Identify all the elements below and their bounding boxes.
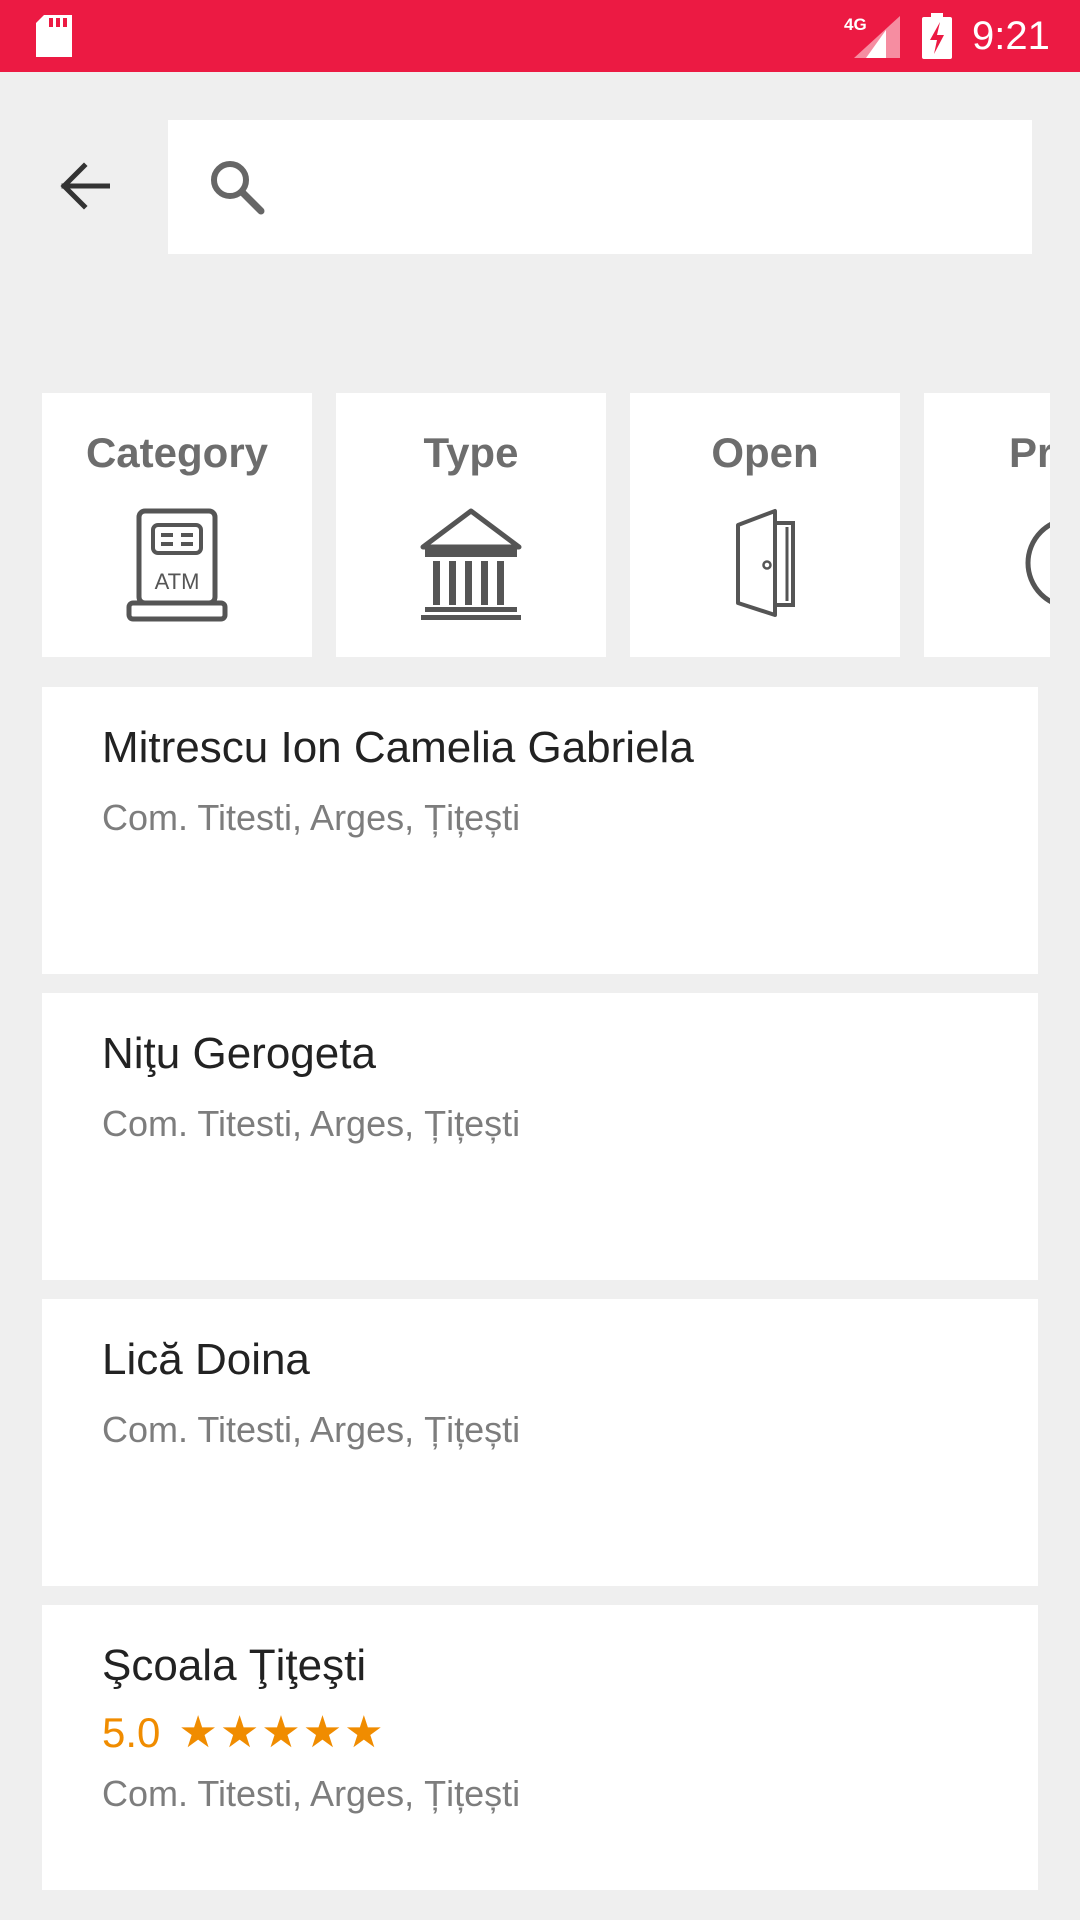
- rating-value: 5.0: [102, 1708, 161, 1756]
- status-time: 9:21: [972, 14, 1050, 58]
- filter-open[interactable]: Open: [630, 393, 900, 657]
- cellular-signal-icon: 4G: [844, 15, 900, 58]
- result-address: Com. Titesti, Arges, Țițești: [102, 797, 521, 838]
- sd-card-icon: [36, 15, 72, 57]
- battery-charging-icon: [922, 13, 952, 59]
- atm-icon: ATM: [126, 508, 228, 622]
- navigation-icon: [1025, 522, 1050, 604]
- result-address: Com. Titesti, Arges, Țițești: [102, 1773, 521, 1814]
- door-icon: [736, 509, 795, 617]
- back-button[interactable]: [48, 150, 120, 222]
- result-address: Com. Titesti, Arges, Țițești: [102, 1103, 521, 1144]
- filter-carousel[interactable]: Category ATM Type Open Pr: [0, 393, 1050, 657]
- result-address: Com. Titesti, Arges, Țițești: [102, 1409, 521, 1450]
- rating-stars: ★★★★★: [178, 1707, 386, 1758]
- result-name: Niţu Gerogeta: [102, 1029, 376, 1078]
- filter-label: Type: [423, 429, 519, 476]
- result-name: Lică Doina: [102, 1335, 310, 1384]
- filter-label: Open: [711, 429, 819, 476]
- network-type: 4G: [844, 15, 867, 34]
- search-input[interactable]: [288, 144, 1008, 230]
- filter-category[interactable]: Category ATM: [42, 393, 312, 657]
- filter-partial[interactable]: Pr: [924, 393, 1050, 657]
- search-icon: [211, 161, 265, 215]
- result-card[interactable]: Şcoala Ţiţeşti 5.0 ★★★★★ Com. Titesti, A…: [42, 1605, 1038, 1890]
- result-card[interactable]: Niţu Gerogeta Com. Titesti, Arges, Țițeș…: [42, 993, 1038, 1280]
- filter-label: Pr: [1009, 429, 1050, 476]
- bank-building-icon: [420, 508, 522, 620]
- arrow-back-icon: [60, 162, 110, 210]
- filter-type[interactable]: Type: [336, 393, 606, 657]
- result-name: Mitrescu Ion Camelia Gabriela: [102, 723, 694, 772]
- svg-text:ATM: ATM: [155, 569, 200, 594]
- search-box[interactable]: [168, 120, 1032, 254]
- result-card[interactable]: Mitrescu Ion Camelia Gabriela Com. Tites…: [42, 687, 1038, 974]
- filter-label: Category: [85, 429, 269, 476]
- result-card[interactable]: Lică Doina Com. Titesti, Arges, Țițești: [42, 1299, 1038, 1586]
- result-name: Şcoala Ţiţeşti: [102, 1641, 367, 1690]
- status-bar: 4G 9:21: [0, 0, 1080, 72]
- rating-row: 5.0 ★★★★★: [102, 1707, 386, 1758]
